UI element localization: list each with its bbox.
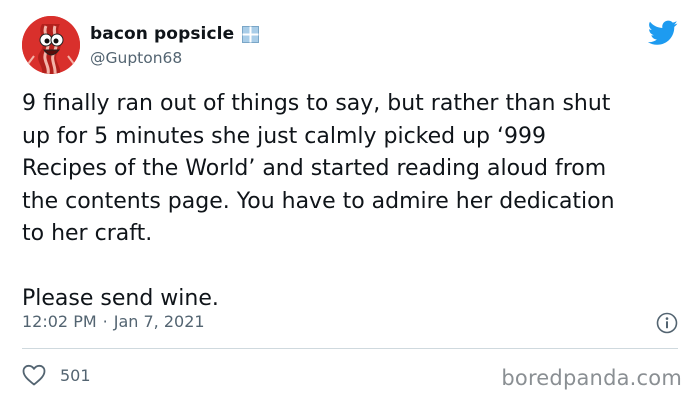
tweet-text: 9 finally ran out of things to say, but … — [22, 91, 615, 311]
twitter-bird-icon[interactable] — [648, 20, 678, 46]
tweet-date[interactable]: Jan 7, 2021 — [114, 312, 205, 331]
timestamp[interactable]: 12:02 PM · Jan 7, 2021 — [22, 312, 205, 331]
timestamp-separator: · — [102, 312, 108, 331]
like-count: 501 — [60, 365, 91, 385]
heart-icon[interactable] — [22, 364, 46, 386]
info-icon[interactable] — [656, 312, 678, 334]
like-button[interactable]: 501 — [22, 364, 91, 386]
display-name-row: bacon popsicle — [90, 24, 260, 44]
avatar[interactable] — [22, 16, 80, 74]
tweet-card: bacon popsicle @Gupton68 9 finally ran o… — [0, 0, 700, 402]
window-icon — [242, 25, 260, 43]
divider — [22, 348, 678, 349]
bacon-cartoon-icon — [22, 16, 80, 74]
user-handle[interactable]: @Gupton68 — [90, 49, 182, 67]
display-name[interactable]: bacon popsicle — [90, 24, 234, 44]
tweet-time[interactable]: 12:02 PM — [22, 312, 97, 331]
watermark: boredpanda.com — [501, 366, 682, 390]
